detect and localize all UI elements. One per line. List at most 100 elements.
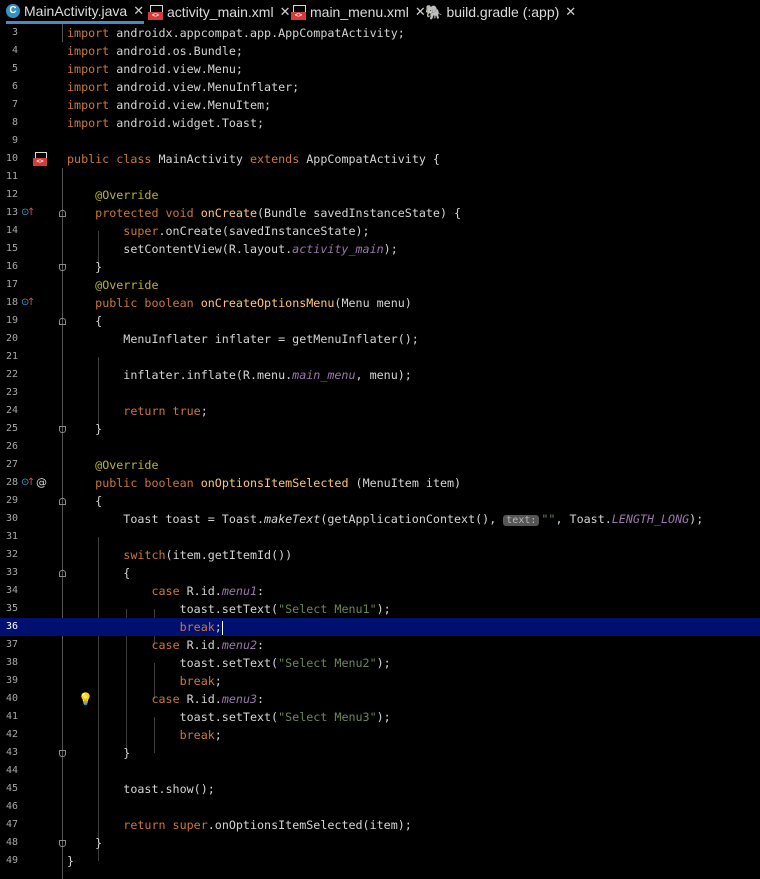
- implemented-up-arrow-icon[interactable]: ↑: [27, 294, 35, 312]
- line-number: 31: [5, 531, 18, 542]
- xml-file-icon: <>: [148, 4, 163, 20]
- annotation-at-icon[interactable]: @: [36, 474, 47, 492]
- code-line: 9: [0, 132, 760, 150]
- code-line: 21: [0, 348, 760, 366]
- code-line: 33 {: [0, 564, 760, 582]
- code-text: import androidx.appcompat.app.AppCompatA…: [67, 26, 405, 40]
- code-text: return true;: [123, 404, 208, 418]
- fold-toggle-icon[interactable]: [59, 498, 66, 505]
- line-number: 11: [5, 171, 18, 182]
- code-line: 17 @Override: [0, 276, 760, 294]
- text-caret: [221, 620, 223, 635]
- line-number: 45: [5, 783, 18, 794]
- code-text: case R.id.menu3:: [151, 692, 265, 706]
- line-number: 40: [5, 693, 18, 704]
- code-line: 29 {: [0, 492, 760, 510]
- code-line: 15 setContentView(R.layout.activity_main…: [0, 240, 760, 258]
- line-number: 42: [5, 729, 18, 740]
- code-text: toast.setText("Select Menu3");: [67, 710, 391, 724]
- code-text: break;: [179, 728, 222, 742]
- line-number: 43: [5, 747, 18, 758]
- line-number: 18: [5, 297, 18, 308]
- code-text: }: [67, 422, 103, 436]
- code-line: 6 import android.view.MenuInflater;: [0, 78, 760, 96]
- line-number: 48: [5, 837, 18, 848]
- line-number: 21: [5, 351, 18, 362]
- xml-file-icon: <>: [291, 4, 306, 20]
- close-icon[interactable]: ✕: [565, 4, 576, 20]
- code-line: 25 }: [0, 420, 760, 438]
- fold-toggle-icon[interactable]: [59, 570, 66, 577]
- line-number: 22: [5, 369, 18, 380]
- code-line: 4 import android.os.Bundle;: [0, 42, 760, 60]
- code-text: case R.id.menu1:: [151, 584, 265, 598]
- line-number: 9: [11, 135, 18, 146]
- line-number: 49: [5, 855, 18, 866]
- tab-activity-main-xml[interactable]: <> activity_main.xml ✕: [148, 0, 291, 24]
- code-line: 18 ⊙ ↑ public boolean onCreateOptionsMen…: [0, 294, 760, 312]
- code-line: 27 @Override: [0, 456, 760, 474]
- tab-build-gradle[interactable]: 🐘 build.gradle (:app) ✕: [425, 0, 576, 24]
- code-text: import android.view.Menu;: [67, 62, 243, 76]
- inlay-parameter-hint: text:: [503, 515, 540, 526]
- line-number: 47: [5, 819, 18, 830]
- code-line: 28 ⊙ ↑ @ public boolean onOptionsItemSel…: [0, 474, 760, 492]
- line-number: 7: [11, 99, 18, 110]
- code-line: 16 }: [0, 258, 760, 276]
- close-icon[interactable]: ✕: [280, 4, 291, 20]
- code-line: 46: [0, 798, 760, 816]
- fold-toggle-icon[interactable]: [59, 318, 66, 325]
- code-line: 41 toast.setText("Select Menu3");: [0, 708, 760, 726]
- fold-toggle-icon[interactable]: [59, 840, 66, 847]
- code-text: super.onCreate(savedInstanceState);: [123, 224, 370, 238]
- code-line: 32 switch(item.getItemId()): [0, 546, 760, 564]
- line-number: 20: [5, 333, 18, 344]
- code-text: {: [67, 494, 103, 508]
- code-text: {: [67, 314, 103, 328]
- implemented-up-arrow-icon[interactable]: ↑: [27, 474, 35, 492]
- code-line: 49 }: [0, 852, 760, 870]
- line-number: 34: [5, 585, 18, 596]
- fold-toggle-icon[interactable]: [59, 426, 66, 433]
- code-line: 42 break;: [0, 726, 760, 744]
- java-class-icon: C: [6, 3, 20, 18]
- code-text: case R.id.menu2:: [151, 638, 265, 652]
- line-number: 14: [5, 225, 18, 236]
- code-text: public boolean onCreateOptionsMenu(Menu …: [95, 296, 412, 310]
- line-number: 27: [5, 459, 18, 470]
- code-line: 8 import android.widget.Toast;: [0, 114, 760, 132]
- line-number: 8: [11, 117, 18, 128]
- tab-mainactivity-java[interactable]: C MainActivity.java ✕: [6, 0, 145, 24]
- fold-toggle-icon[interactable]: [59, 210, 66, 217]
- fold-toggle-icon[interactable]: [59, 750, 66, 757]
- code-line: 39 break;: [0, 672, 760, 690]
- code-text: toast.setText("Select Menu2");: [67, 656, 391, 670]
- code-line: 11: [0, 168, 760, 186]
- tab-label: main_menu.xml: [310, 4, 409, 20]
- fold-toggle-icon[interactable]: [59, 264, 66, 271]
- implemented-up-arrow-icon[interactable]: ↑: [27, 204, 35, 222]
- line-number: 17: [5, 279, 18, 290]
- close-icon[interactable]: ✕: [133, 3, 144, 19]
- line-number: 4: [11, 45, 18, 56]
- code-text: protected void onCreate(Bundle savedInst…: [95, 206, 462, 220]
- code-text: setContentView(R.layout.activity_main);: [67, 242, 398, 256]
- code-line: 37 case R.id.menu2:: [0, 636, 760, 654]
- code-text: toast.show();: [67, 782, 215, 796]
- tab-main-menu-xml[interactable]: <> main_menu.xml ✕: [291, 0, 426, 24]
- line-number: 5: [11, 63, 18, 74]
- code-text: @Override: [95, 458, 159, 472]
- code-line: 30 Toast toast = Toast.makeText(getAppli…: [0, 510, 760, 528]
- code-line: 10 <> public class MainActivity extends …: [0, 150, 760, 168]
- code-text: @Override: [95, 278, 159, 292]
- line-number: 6: [11, 81, 18, 92]
- code-line: 13 ⊙ ↑ protected void onCreate(Bundle sa…: [0, 204, 760, 222]
- code-text: }: [67, 260, 103, 274]
- code-editor[interactable]: 3 import androidx.appcompat.app.AppCompa…: [0, 24, 760, 879]
- code-line: 31: [0, 528, 760, 546]
- tab-label: activity_main.xml: [167, 4, 274, 20]
- code-text: Toast toast = Toast.makeText(getApplicat…: [67, 512, 704, 526]
- editor-tab-bar: C MainActivity.java ✕ <> activity_main.x…: [0, 0, 760, 24]
- xml-layout-badge-icon[interactable]: <>: [33, 152, 47, 166]
- code-text: import android.widget.Toast;: [67, 116, 265, 130]
